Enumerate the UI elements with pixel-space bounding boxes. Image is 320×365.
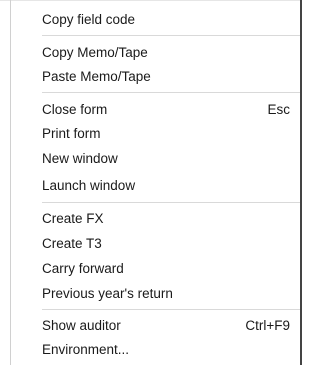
menu-item-create-fx[interactable]: Create FX [11,208,300,230]
menu-right-border [300,0,302,365]
menu-separator [42,35,300,36]
menu-top-border [0,0,302,1]
menu-separator [42,92,300,93]
menu-item-environment[interactable]: Environment... [11,339,300,361]
menu-item-close-form[interactable]: Close form Esc [11,99,300,121]
menu-item-label: Launch window [42,178,136,193]
menu-item-new-window[interactable]: New window [11,148,300,170]
menu-item-copy-field-code[interactable]: Copy field code [11,9,300,31]
context-menu: Copy field code Copy Memo/Tape Paste Mem… [0,0,302,365]
menu-item-label: Environment... [42,342,130,357]
menu-item-label: Create FX [42,211,104,226]
menu-item-shortcut: Ctrl+F9 [245,318,290,333]
menu-item-shortcut: Esc [267,102,290,117]
menu-separator [42,202,300,203]
menu-item-label: Print form [42,126,101,141]
menu-item-label: Paste Memo/Tape [42,69,151,84]
menu-item-label: New window [42,151,118,166]
menu-item-label: Create T3 [42,236,102,251]
menu-item-paste-memo-tape[interactable]: Paste Memo/Tape [11,66,300,88]
menu-item-label: Carry forward [42,261,124,276]
menu-item-launch-window[interactable]: Launch window [11,175,300,197]
menu-item-label: Previous year's return [42,286,173,301]
menu-item-carry-forward[interactable]: Carry forward [11,258,300,280]
menu-separator [42,309,300,310]
menu-item-create-t3[interactable]: Create T3 [11,233,300,255]
menu-item-label: Copy Memo/Tape [42,45,148,60]
menu-item-label: Show auditor [42,318,121,333]
menu-item-previous-years-return[interactable]: Previous year's return [11,283,300,305]
menu-item-print-form[interactable]: Print form [11,123,300,145]
menu-item-show-auditor[interactable]: Show auditor Ctrl+F9 [11,315,300,337]
menu-item-label: Copy field code [42,12,136,27]
menu-item-copy-memo-tape[interactable]: Copy Memo/Tape [11,42,300,64]
menu-item-label: Close form [42,102,108,117]
